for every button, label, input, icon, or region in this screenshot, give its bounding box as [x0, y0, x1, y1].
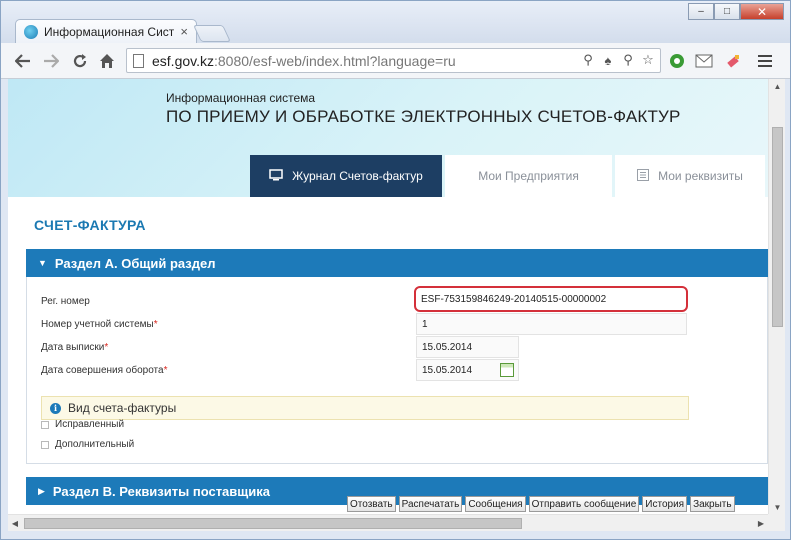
tab-label: Мои реквизиты: [658, 169, 743, 183]
omnibox-icons: ⚲ ♠ ⚲ ☆: [580, 52, 656, 68]
reg-number-label: Рег. номер: [41, 296, 90, 307]
account-number-field[interactable]: 1: [416, 313, 687, 335]
forward-icon[interactable]: [41, 51, 61, 71]
search-icon[interactable]: ⚲: [580, 52, 596, 68]
section-a-title: Раздел А. Общий раздел: [54, 255, 216, 271]
zoom-icon[interactable]: ⚲: [620, 52, 636, 68]
favicon-icon: [24, 24, 38, 39]
account-number-label: Номер учетной системы*: [41, 319, 158, 330]
monitor-icon: [269, 168, 283, 184]
reload-icon[interactable]: [70, 51, 90, 71]
action-bar: Отозвать Распечатать Сообщения Отправить…: [347, 496, 735, 512]
page-icon: [133, 53, 144, 68]
issue-date-field[interactable]: 15.05.2014: [416, 336, 519, 358]
green-extension-icon[interactable]: [668, 52, 686, 70]
section-b-title: Раздел B. Реквизиты поставщика: [52, 483, 270, 499]
scroll-up-arrow[interactable]: ▲: [769, 79, 786, 93]
close-window-button[interactable]: ✕: [740, 3, 784, 20]
window-controls: – □ ✕: [688, 3, 784, 20]
minimize-button[interactable]: –: [688, 3, 714, 20]
caret-down-icon: ▼: [38, 258, 47, 268]
site-header: Информационная система ПО ПРИЕМУ И ОБРАБ…: [8, 79, 768, 197]
caret-right-icon: ▶: [38, 485, 45, 496]
tab-my-details[interactable]: Мои реквизиты: [615, 155, 765, 197]
back-icon[interactable]: [13, 51, 33, 71]
tab-label: Журнал Счетов-фактур: [292, 169, 423, 183]
close-button[interactable]: Закрыть: [690, 496, 735, 512]
address-bar[interactable]: esf.gov.kz:8080/esf-web/index.html?langu…: [126, 48, 661, 73]
additional-checkbox[interactable]: Дополнительный: [41, 439, 134, 450]
messages-button[interactable]: Сообщения: [465, 496, 526, 512]
corrected-checkbox[interactable]: Исправленный: [41, 419, 124, 430]
paint-extension-icon[interactable]: [725, 52, 743, 70]
scroll-left-arrow[interactable]: ◀: [8, 515, 22, 532]
vertical-scroll-thumb[interactable]: [772, 127, 783, 327]
checkbox-box[interactable]: [41, 420, 49, 429]
scroll-right-arrow[interactable]: ▶: [754, 515, 768, 532]
history-button[interactable]: История: [642, 496, 688, 512]
revoke-button[interactable]: Отозвать: [347, 496, 396, 512]
tab-title: Информационная Систе: [44, 24, 175, 39]
issue-date-label: Дата выписки*: [41, 342, 109, 353]
turnover-date-label: Дата совершения оборота*: [41, 365, 168, 376]
section-a: ▼ Раздел А. Общий раздел Рег. номер ESF-…: [26, 249, 768, 464]
calendar-icon[interactable]: [500, 363, 514, 377]
section-a-header[interactable]: ▼ Раздел А. Общий раздел: [26, 249, 768, 277]
reg-number-field[interactable]: ESF-753159846249-20140515-00000002: [414, 286, 688, 312]
vertical-scrollbar[interactable]: ▲ ▼: [768, 79, 785, 514]
scroll-down-arrow[interactable]: ▼: [769, 500, 786, 514]
checkbox-label: Дополнительный: [55, 439, 135, 450]
browser-toolbar: esf.gov.kz:8080/esf-web/index.html?langu…: [1, 43, 790, 79]
menu-icon[interactable]: [756, 52, 774, 70]
system-title: ПО ПРИЕМУ И ОБРАБОТКЕ ЭЛЕКТРОННЫХ СЧЕТОВ…: [166, 107, 681, 126]
info-icon: i: [50, 402, 61, 414]
checkbox-box[interactable]: [41, 440, 49, 449]
horizontal-scrollbar[interactable]: ◀ ▶: [8, 514, 768, 531]
mail-extension-icon[interactable]: [695, 52, 713, 70]
tab-my-companies[interactable]: Мои Предприятия: [445, 155, 612, 197]
checkbox-label: Исправленный: [55, 419, 125, 430]
page-title: СЧЕТ-ФАКТУРА: [34, 217, 146, 233]
section-a-body: Рег. номер ESF-753159846249-20140515-000…: [26, 277, 768, 464]
turnover-date-field[interactable]: 15.05.2014: [416, 359, 519, 381]
browser-titlebar: Информационная Систе × – □ ✕: [1, 1, 790, 43]
translate-icon[interactable]: ♠: [600, 52, 616, 68]
invoice-type-label: Вид счета-фактуры: [68, 401, 177, 415]
send-message-button[interactable]: Отправить сообщение: [528, 496, 640, 512]
print-button[interactable]: Распечатать: [398, 496, 463, 512]
page-viewport: Информационная система ПО ПРИЕМУ И ОБРАБ…: [8, 79, 768, 514]
maximize-button[interactable]: □: [714, 3, 740, 20]
home-icon[interactable]: [97, 51, 117, 71]
invoice-type-bar: i Вид счета-фактуры: [41, 396, 689, 420]
tab-invoice-journal[interactable]: Журнал Счетов-фактур: [250, 155, 442, 197]
system-subtitle: Информационная система: [166, 91, 316, 105]
url-text: esf.gov.kz:8080/esf-web/index.html?langu…: [152, 52, 456, 69]
horizontal-scroll-thumb[interactable]: [24, 518, 522, 529]
main-nav: Журнал Счетов-фактур Мои Предприятия Мои…: [250, 155, 765, 197]
star-icon[interactable]: ☆: [640, 52, 656, 68]
scrollbar-corner: [768, 514, 785, 531]
tab-label: Мои Предприятия: [478, 169, 579, 183]
list-icon: [637, 168, 650, 184]
tab-close-icon[interactable]: ×: [180, 24, 188, 39]
browser-tab[interactable]: Информационная Систе ×: [15, 19, 197, 43]
new-tab-button[interactable]: [193, 25, 231, 42]
